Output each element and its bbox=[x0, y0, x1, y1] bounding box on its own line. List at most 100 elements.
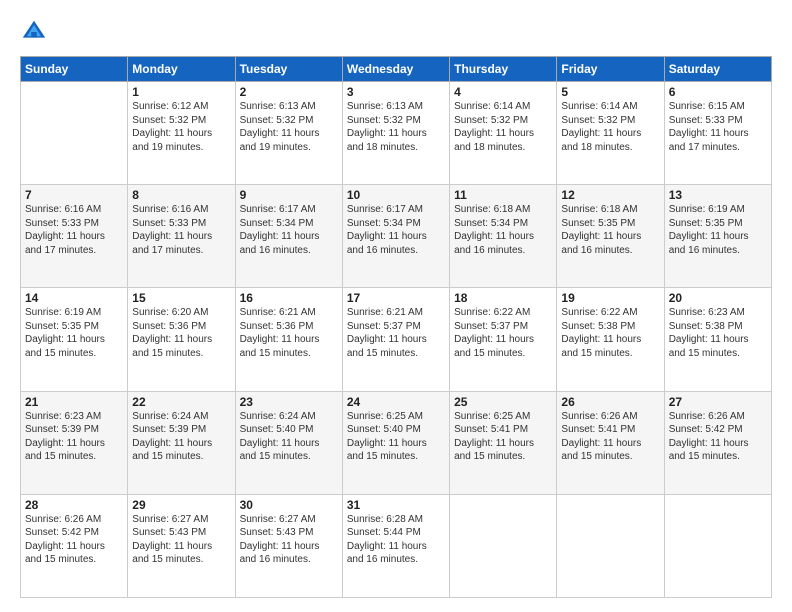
day-number: 25 bbox=[454, 395, 552, 409]
day-info: Sunrise: 6:16 AM Sunset: 5:33 PM Dayligh… bbox=[132, 203, 230, 257]
day-info: Sunrise: 6:26 AM Sunset: 5:41 PM Dayligh… bbox=[561, 410, 659, 464]
weekday-header-sunday: Sunday bbox=[21, 57, 128, 82]
weekday-header-saturday: Saturday bbox=[664, 57, 771, 82]
day-info: Sunrise: 6:19 AM Sunset: 5:35 PM Dayligh… bbox=[669, 203, 767, 257]
day-cell: 15Sunrise: 6:20 AM Sunset: 5:36 PM Dayli… bbox=[128, 288, 235, 391]
page: SundayMondayTuesdayWednesdayThursdayFrid… bbox=[0, 0, 792, 612]
day-cell bbox=[450, 494, 557, 597]
logo-icon bbox=[20, 18, 48, 46]
day-cell: 16Sunrise: 6:21 AM Sunset: 5:36 PM Dayli… bbox=[235, 288, 342, 391]
day-cell: 24Sunrise: 6:25 AM Sunset: 5:40 PM Dayli… bbox=[342, 391, 449, 494]
day-cell: 30Sunrise: 6:27 AM Sunset: 5:43 PM Dayli… bbox=[235, 494, 342, 597]
day-info: Sunrise: 6:23 AM Sunset: 5:39 PM Dayligh… bbox=[25, 410, 123, 464]
day-number: 27 bbox=[669, 395, 767, 409]
day-info: Sunrise: 6:18 AM Sunset: 5:35 PM Dayligh… bbox=[561, 203, 659, 257]
day-cell: 1Sunrise: 6:12 AM Sunset: 5:32 PM Daylig… bbox=[128, 82, 235, 185]
day-cell: 27Sunrise: 6:26 AM Sunset: 5:42 PM Dayli… bbox=[664, 391, 771, 494]
day-info: Sunrise: 6:13 AM Sunset: 5:32 PM Dayligh… bbox=[240, 100, 338, 154]
day-cell: 26Sunrise: 6:26 AM Sunset: 5:41 PM Dayli… bbox=[557, 391, 664, 494]
day-info: Sunrise: 6:16 AM Sunset: 5:33 PM Dayligh… bbox=[25, 203, 123, 257]
day-cell: 18Sunrise: 6:22 AM Sunset: 5:37 PM Dayli… bbox=[450, 288, 557, 391]
day-info: Sunrise: 6:12 AM Sunset: 5:32 PM Dayligh… bbox=[132, 100, 230, 154]
day-cell: 3Sunrise: 6:13 AM Sunset: 5:32 PM Daylig… bbox=[342, 82, 449, 185]
day-number: 2 bbox=[240, 85, 338, 99]
week-row-5: 28Sunrise: 6:26 AM Sunset: 5:42 PM Dayli… bbox=[21, 494, 772, 597]
day-number: 9 bbox=[240, 188, 338, 202]
day-cell: 28Sunrise: 6:26 AM Sunset: 5:42 PM Dayli… bbox=[21, 494, 128, 597]
day-info: Sunrise: 6:14 AM Sunset: 5:32 PM Dayligh… bbox=[561, 100, 659, 154]
day-cell: 23Sunrise: 6:24 AM Sunset: 5:40 PM Dayli… bbox=[235, 391, 342, 494]
weekday-header-tuesday: Tuesday bbox=[235, 57, 342, 82]
calendar-body: 1Sunrise: 6:12 AM Sunset: 5:32 PM Daylig… bbox=[21, 82, 772, 598]
day-cell: 29Sunrise: 6:27 AM Sunset: 5:43 PM Dayli… bbox=[128, 494, 235, 597]
day-cell bbox=[557, 494, 664, 597]
weekday-header-thursday: Thursday bbox=[450, 57, 557, 82]
day-number: 21 bbox=[25, 395, 123, 409]
day-number: 28 bbox=[25, 498, 123, 512]
day-info: Sunrise: 6:25 AM Sunset: 5:40 PM Dayligh… bbox=[347, 410, 445, 464]
day-number: 15 bbox=[132, 291, 230, 305]
day-cell: 9Sunrise: 6:17 AM Sunset: 5:34 PM Daylig… bbox=[235, 185, 342, 288]
day-number: 5 bbox=[561, 85, 659, 99]
day-cell: 17Sunrise: 6:21 AM Sunset: 5:37 PM Dayli… bbox=[342, 288, 449, 391]
day-number: 6 bbox=[669, 85, 767, 99]
day-cell: 12Sunrise: 6:18 AM Sunset: 5:35 PM Dayli… bbox=[557, 185, 664, 288]
day-info: Sunrise: 6:17 AM Sunset: 5:34 PM Dayligh… bbox=[347, 203, 445, 257]
day-info: Sunrise: 6:15 AM Sunset: 5:33 PM Dayligh… bbox=[669, 100, 767, 154]
day-number: 20 bbox=[669, 291, 767, 305]
week-row-3: 14Sunrise: 6:19 AM Sunset: 5:35 PM Dayli… bbox=[21, 288, 772, 391]
week-row-1: 1Sunrise: 6:12 AM Sunset: 5:32 PM Daylig… bbox=[21, 82, 772, 185]
day-cell bbox=[664, 494, 771, 597]
weekday-header-wednesday: Wednesday bbox=[342, 57, 449, 82]
day-info: Sunrise: 6:24 AM Sunset: 5:39 PM Dayligh… bbox=[132, 410, 230, 464]
day-cell: 10Sunrise: 6:17 AM Sunset: 5:34 PM Dayli… bbox=[342, 185, 449, 288]
day-info: Sunrise: 6:20 AM Sunset: 5:36 PM Dayligh… bbox=[132, 306, 230, 360]
day-number: 16 bbox=[240, 291, 338, 305]
header bbox=[20, 18, 772, 46]
day-info: Sunrise: 6:23 AM Sunset: 5:38 PM Dayligh… bbox=[669, 306, 767, 360]
weekday-row: SundayMondayTuesdayWednesdayThursdayFrid… bbox=[21, 57, 772, 82]
day-info: Sunrise: 6:18 AM Sunset: 5:34 PM Dayligh… bbox=[454, 203, 552, 257]
day-cell: 2Sunrise: 6:13 AM Sunset: 5:32 PM Daylig… bbox=[235, 82, 342, 185]
day-cell: 21Sunrise: 6:23 AM Sunset: 5:39 PM Dayli… bbox=[21, 391, 128, 494]
day-cell: 31Sunrise: 6:28 AM Sunset: 5:44 PM Dayli… bbox=[342, 494, 449, 597]
day-number: 19 bbox=[561, 291, 659, 305]
day-info: Sunrise: 6:24 AM Sunset: 5:40 PM Dayligh… bbox=[240, 410, 338, 464]
day-number: 13 bbox=[669, 188, 767, 202]
week-row-4: 21Sunrise: 6:23 AM Sunset: 5:39 PM Dayli… bbox=[21, 391, 772, 494]
day-number: 12 bbox=[561, 188, 659, 202]
day-info: Sunrise: 6:17 AM Sunset: 5:34 PM Dayligh… bbox=[240, 203, 338, 257]
day-number: 23 bbox=[240, 395, 338, 409]
day-info: Sunrise: 6:25 AM Sunset: 5:41 PM Dayligh… bbox=[454, 410, 552, 464]
day-number: 10 bbox=[347, 188, 445, 202]
day-cell: 14Sunrise: 6:19 AM Sunset: 5:35 PM Dayli… bbox=[21, 288, 128, 391]
day-number: 8 bbox=[132, 188, 230, 202]
day-number: 11 bbox=[454, 188, 552, 202]
day-number: 1 bbox=[132, 85, 230, 99]
day-info: Sunrise: 6:21 AM Sunset: 5:36 PM Dayligh… bbox=[240, 306, 338, 360]
day-cell: 8Sunrise: 6:16 AM Sunset: 5:33 PM Daylig… bbox=[128, 185, 235, 288]
day-info: Sunrise: 6:28 AM Sunset: 5:44 PM Dayligh… bbox=[347, 513, 445, 567]
day-cell: 13Sunrise: 6:19 AM Sunset: 5:35 PM Dayli… bbox=[664, 185, 771, 288]
weekday-header-monday: Monday bbox=[128, 57, 235, 82]
day-info: Sunrise: 6:27 AM Sunset: 5:43 PM Dayligh… bbox=[240, 513, 338, 567]
day-info: Sunrise: 6:22 AM Sunset: 5:38 PM Dayligh… bbox=[561, 306, 659, 360]
day-info: Sunrise: 6:27 AM Sunset: 5:43 PM Dayligh… bbox=[132, 513, 230, 567]
day-cell: 7Sunrise: 6:16 AM Sunset: 5:33 PM Daylig… bbox=[21, 185, 128, 288]
day-number: 26 bbox=[561, 395, 659, 409]
day-number: 22 bbox=[132, 395, 230, 409]
day-number: 7 bbox=[25, 188, 123, 202]
day-number: 3 bbox=[347, 85, 445, 99]
day-number: 17 bbox=[347, 291, 445, 305]
day-cell: 19Sunrise: 6:22 AM Sunset: 5:38 PM Dayli… bbox=[557, 288, 664, 391]
day-cell: 11Sunrise: 6:18 AM Sunset: 5:34 PM Dayli… bbox=[450, 185, 557, 288]
day-cell: 25Sunrise: 6:25 AM Sunset: 5:41 PM Dayli… bbox=[450, 391, 557, 494]
day-info: Sunrise: 6:13 AM Sunset: 5:32 PM Dayligh… bbox=[347, 100, 445, 154]
day-info: Sunrise: 6:26 AM Sunset: 5:42 PM Dayligh… bbox=[669, 410, 767, 464]
day-cell bbox=[21, 82, 128, 185]
day-cell: 6Sunrise: 6:15 AM Sunset: 5:33 PM Daylig… bbox=[664, 82, 771, 185]
day-info: Sunrise: 6:22 AM Sunset: 5:37 PM Dayligh… bbox=[454, 306, 552, 360]
day-number: 4 bbox=[454, 85, 552, 99]
day-info: Sunrise: 6:21 AM Sunset: 5:37 PM Dayligh… bbox=[347, 306, 445, 360]
day-info: Sunrise: 6:26 AM Sunset: 5:42 PM Dayligh… bbox=[25, 513, 123, 567]
